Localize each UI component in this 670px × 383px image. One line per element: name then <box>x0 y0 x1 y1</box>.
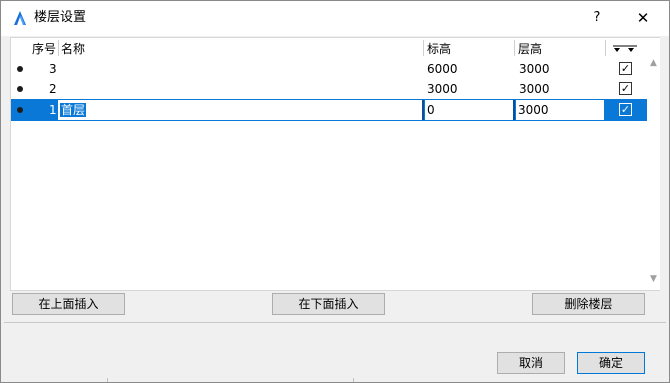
row-height-input[interactable]: 3000 <box>516 100 604 120</box>
table-row[interactable]: 2 3000 3000 ✓ <box>11 78 647 100</box>
row-bullet-icon <box>17 107 23 113</box>
vertical-scrollbar[interactable]: ▲ ▼ <box>649 38 660 290</box>
column-divider <box>58 40 59 56</box>
delete-floor-button[interactable]: 删除楼层 <box>532 293 645 315</box>
insert-below-button[interactable]: 在下面插入 <box>272 293 385 315</box>
row-checkbox[interactable]: ✓ <box>619 103 632 116</box>
column-header-elevation[interactable]: 标高 <box>427 41 451 57</box>
insert-above-button[interactable]: 在上面插入 <box>12 293 125 315</box>
row-index: 2 <box>49 82 57 96</box>
column-divider <box>423 40 424 56</box>
window-title: 楼层设置 <box>34 10 87 25</box>
filter-dropdown-icon[interactable] <box>611 41 639 55</box>
row-bullet-icon <box>17 86 23 92</box>
cell-divider <box>513 100 515 120</box>
title-bar: 楼层设置 ? ✕ <box>0 0 670 36</box>
status-divider <box>353 378 354 383</box>
cell-divider <box>422 100 424 120</box>
column-header-height[interactable]: 层高 <box>518 41 542 57</box>
table-row[interactable]: 3 6000 3000 ✓ <box>11 58 647 80</box>
row-index: 3 <box>49 62 57 76</box>
ok-button[interactable]: 确定 <box>577 352 645 374</box>
column-divider <box>514 40 515 56</box>
cancel-button[interactable]: 取消 <box>497 352 565 374</box>
close-button[interactable]: ✕ <box>628 5 658 31</box>
column-divider <box>605 40 606 56</box>
row-checkbox[interactable]: ✓ <box>619 62 632 75</box>
app-logo-icon <box>14 11 26 25</box>
column-header-name[interactable]: 名称 <box>61 41 85 57</box>
row-bullet-icon <box>17 66 23 72</box>
row-elevation-input[interactable]: 0 <box>425 100 513 120</box>
row-index: 1 <box>49 103 57 117</box>
row-name-selected-text: 首层 <box>60 103 87 117</box>
floor-table[interactable]: 序号 名称 标高 层高 3 6000 3000 ✓ 2 3000 3000 ✓ … <box>10 37 660 291</box>
row-height[interactable]: 3000 <box>519 58 550 80</box>
status-divider <box>107 378 108 383</box>
row-elevation[interactable]: 3000 <box>427 78 458 100</box>
row-checkbox[interactable]: ✓ <box>619 82 632 95</box>
column-header-index[interactable]: 序号 <box>32 41 56 57</box>
table-row-selected[interactable]: 1 首层 0 3000 ✓ <box>11 99 647 121</box>
divider-line <box>4 322 666 323</box>
row-elevation[interactable]: 6000 <box>427 58 458 80</box>
help-button[interactable]: ? <box>582 5 612 31</box>
scroll-up-arrow-icon[interactable]: ▲ <box>650 58 657 68</box>
row-height[interactable]: 3000 <box>519 78 550 100</box>
row-name-input[interactable]: 首层 <box>58 100 422 120</box>
scroll-down-arrow-icon[interactable]: ▼ <box>650 274 657 284</box>
